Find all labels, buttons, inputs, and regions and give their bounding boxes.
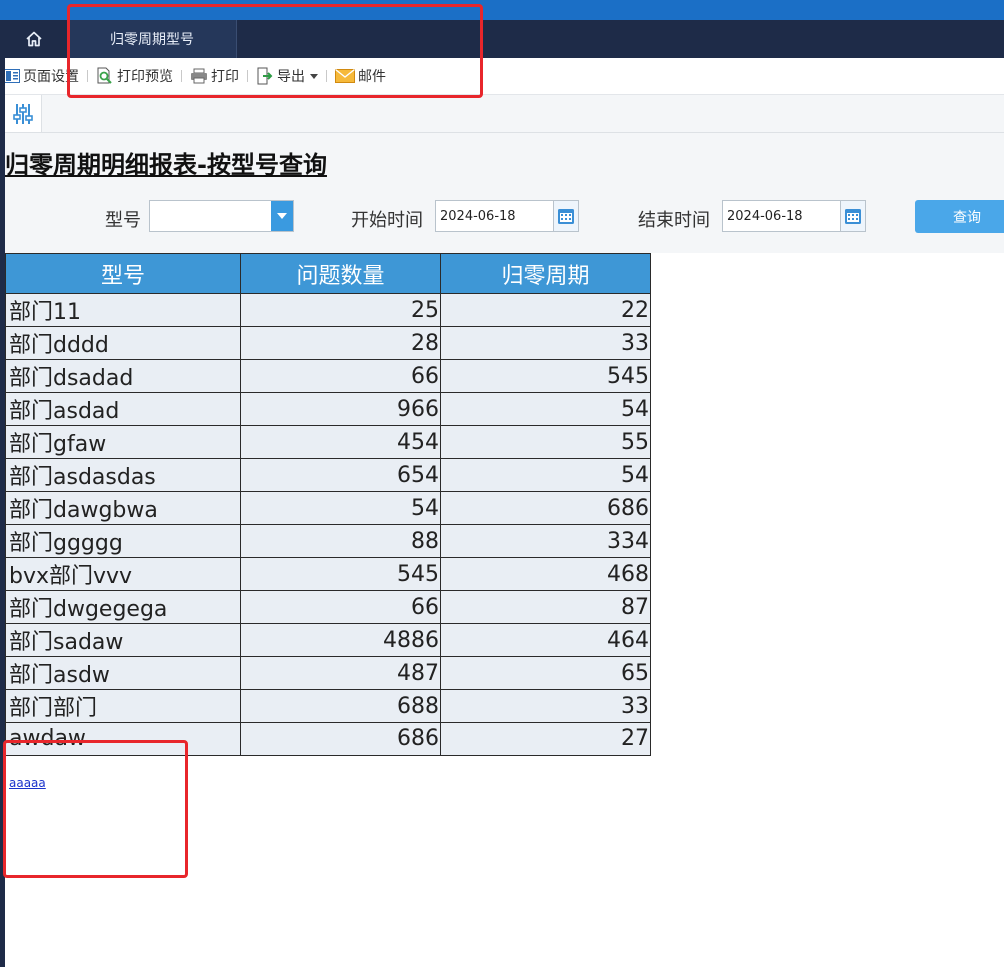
cell-model: 部门dddd [5,326,241,360]
table-row: 部门部门 688 33 [5,689,651,723]
cell-model: bvx部门vvv [5,557,241,591]
table-row: 部门asdad 966 54 [5,392,651,426]
model-select-dropdown-button[interactable] [271,201,293,231]
cell-issue-count: 4886 [240,623,441,657]
sliders-icon [13,103,33,124]
cell-issue-count: 54 [240,491,441,525]
cell-zero-cycle: 33 [440,689,651,723]
filter-settings-button[interactable] [5,95,42,132]
end-time-label: 结束时间 [638,210,710,231]
highlight-box-footer-link [3,740,188,878]
table-row: 部门ggggg 88 334 [5,524,651,558]
cell-model: 部门dwgegega [5,590,241,624]
cell-model: 部门11 [5,293,241,327]
start-date-field [435,200,579,232]
table-row: 部门asdasdas 654 54 [5,458,651,492]
table-row: 部门dawgbwa 54 686 [5,491,651,525]
report-title: 归零周期明细报表-按型号查询 [5,151,327,179]
calendar-icon [845,209,861,224]
column-header-issue-count: 问题数量 [240,253,441,294]
cell-issue-count: 28 [240,326,441,360]
column-header-model: 型号 [5,253,241,294]
cell-zero-cycle: 545 [440,359,651,393]
cell-zero-cycle: 33 [440,326,651,360]
end-date-field [722,200,866,232]
table-row: 部门dwgegega 66 87 [5,590,651,624]
cell-zero-cycle: 468 [440,557,651,591]
cell-issue-count: 88 [240,524,441,558]
cell-issue-count: 487 [240,656,441,690]
cell-model: 部门asdw [5,656,241,690]
calendar-icon [558,209,574,224]
cell-zero-cycle: 27 [440,722,651,756]
table-row: 部门sadaw 4886 464 [5,623,651,657]
cell-zero-cycle: 55 [440,425,651,459]
report-table: 型号 问题数量 归零周期 部门11 25 22 部门dddd 28 33 部门dsadad 6… [5,253,651,756]
page-setup-icon [4,69,20,83]
table-row: 部门asdw 487 65 [5,656,651,690]
cell-issue-count: 545 [240,557,441,591]
cell-model: 部门部门 [5,689,241,723]
cell-zero-cycle: 686 [440,491,651,525]
cell-issue-count: 654 [240,458,441,492]
end-date-input[interactable] [723,201,841,231]
cell-issue-count: 966 [240,392,441,426]
home-icon [26,31,42,47]
cell-model: 部门gfaw [5,425,241,459]
table-header-row: 型号 问题数量 归零周期 [5,253,651,294]
cell-zero-cycle: 464 [440,623,651,657]
table-row: 部门dddd 28 33 [5,326,651,360]
cell-model: 部门dsadad [5,359,241,393]
model-filter-label: 型号 [105,210,141,231]
table-row: 部门dsadad 66 545 [5,359,651,393]
cell-issue-count: 688 [240,689,441,723]
cell-model: 部门asdasdas [5,458,241,492]
highlight-box-tabs-toolbar [67,4,483,98]
cell-zero-cycle: 54 [440,392,651,426]
cell-issue-count: 66 [240,590,441,624]
cell-issue-count: 686 [240,722,441,756]
start-date-picker-button[interactable] [553,201,578,231]
cell-zero-cycle: 65 [440,656,651,690]
table-row: 部门gfaw 454 55 [5,425,651,459]
cell-zero-cycle: 334 [440,524,651,558]
start-time-label: 开始时间 [351,210,423,231]
query-button[interactable]: 查询 [915,200,1004,233]
cell-zero-cycle: 87 [440,590,651,624]
table-row: bvx部门vvv 545 468 [5,557,651,591]
cell-issue-count: 66 [240,359,441,393]
cell-issue-count: 454 [240,425,441,459]
cell-model: 部门dawgbwa [5,491,241,525]
cell-model: 部门sadaw [5,623,241,657]
model-select[interactable] [149,200,294,232]
cell-model: 部门ggggg [5,524,241,558]
table-body: 部门11 25 22 部门dddd 28 33 部门dsadad 66 545 部门asdad 96… [5,293,651,756]
cell-issue-count: 25 [240,293,441,327]
filter-bar [5,95,1004,133]
table-row: 部门11 25 22 [5,293,651,327]
home-button[interactable] [0,20,68,58]
cell-zero-cycle: 22 [440,293,651,327]
chevron-down-icon [277,213,287,219]
end-date-picker-button[interactable] [840,201,865,231]
column-header-zero-cycle: 归零周期 [440,253,651,294]
cell-zero-cycle: 54 [440,458,651,492]
start-date-input[interactable] [436,201,554,231]
cell-model: 部门asdad [5,392,241,426]
